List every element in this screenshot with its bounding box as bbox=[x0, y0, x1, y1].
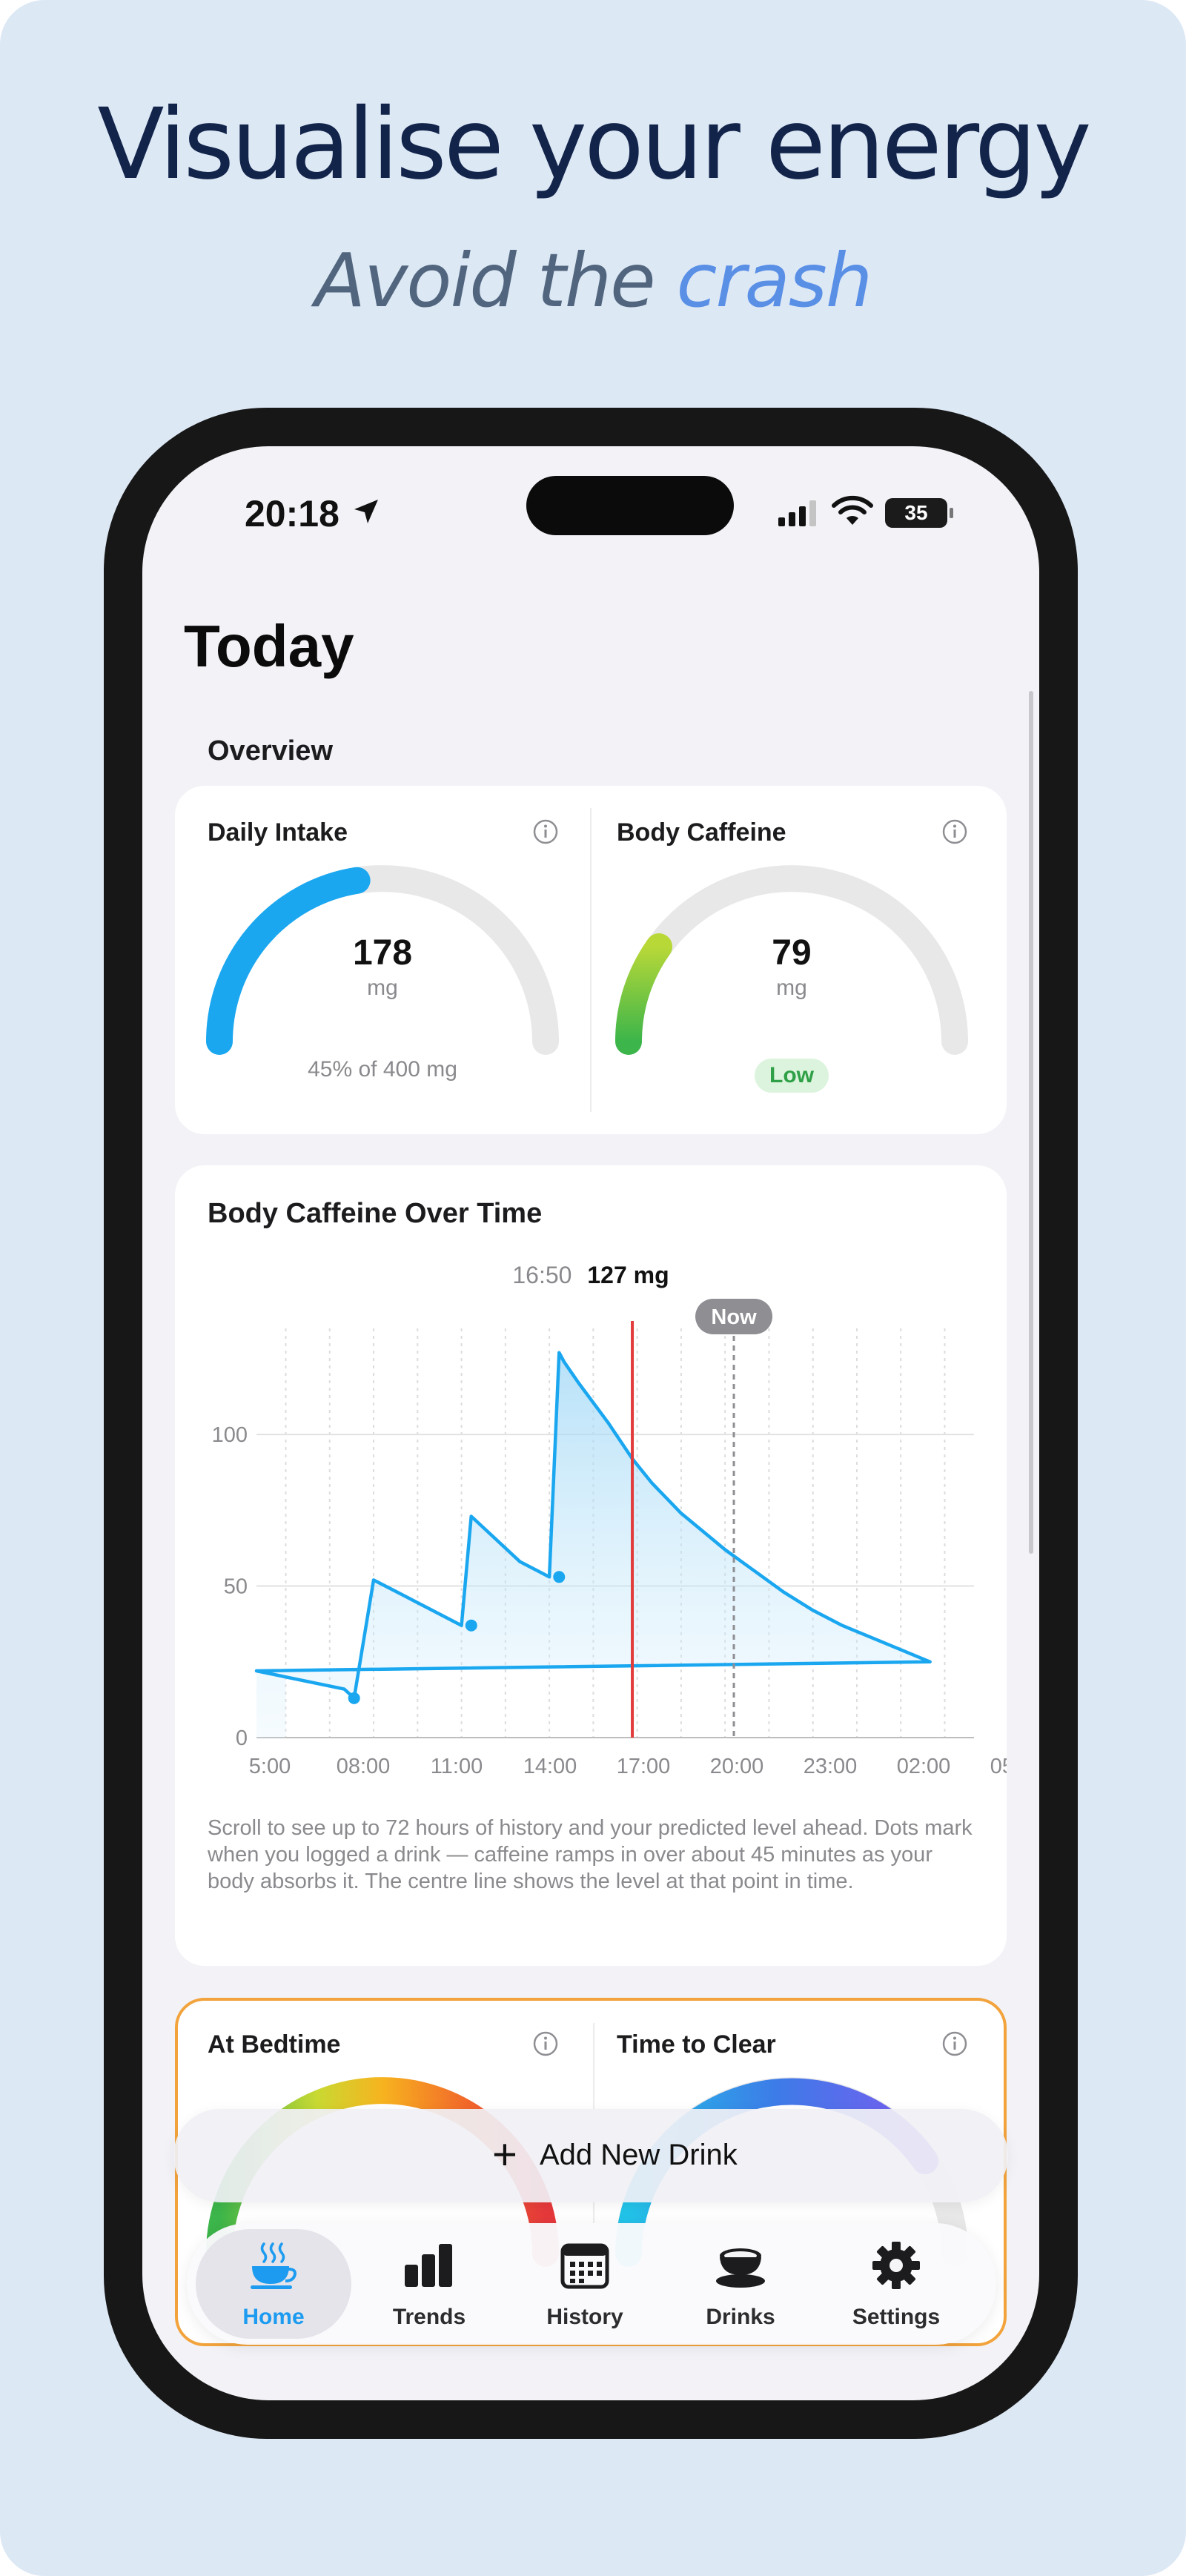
phone-screen: 20:18 35 Today Overview Daily Intake 178… bbox=[142, 446, 1039, 2400]
promo-subhead-accent: crash bbox=[676, 237, 872, 324]
battery-icon: 35 bbox=[885, 498, 953, 528]
section-label-overview: Overview bbox=[208, 735, 333, 766]
x-tick-label: 5:00 bbox=[249, 1755, 291, 1778]
tab-home[interactable]: Home bbox=[196, 2229, 351, 2339]
add-drink-label: Add New Drink bbox=[540, 2139, 738, 2171]
y-tick-label: 50 bbox=[224, 1575, 248, 1599]
tab-history[interactable]: History bbox=[507, 2223, 663, 2345]
time-to-clear-title: Time to Clear bbox=[617, 2030, 776, 2059]
x-tick-label: 11:00 bbox=[431, 1755, 483, 1778]
info-icon[interactable] bbox=[940, 2029, 970, 2059]
x-tick-label: 05:00 bbox=[990, 1755, 1007, 1778]
tab-drinks[interactable]: Drinks bbox=[663, 2223, 818, 2345]
x-tick-label: 20:00 bbox=[710, 1755, 764, 1778]
tab-label: Settings bbox=[852, 2305, 941, 2329]
plus-icon: + bbox=[492, 2130, 517, 2179]
x-tick-label: 14:00 bbox=[523, 1755, 577, 1778]
coffee-cup-steam-icon bbox=[251, 2242, 296, 2289]
body-caffeine-unit: mg bbox=[776, 976, 807, 1000]
caffeine-chart-card: Body Caffeine Over Time 16:50 127 mg 0 50… bbox=[175, 1165, 1007, 1966]
overview-card: Daily Intake 178 mg 45% of 400 mg Body C… bbox=[175, 786, 1007, 1134]
x-tick-label: 17:00 bbox=[617, 1755, 671, 1778]
tab-label: Trends bbox=[392, 2305, 466, 2329]
daily-intake-title: Daily Intake bbox=[208, 818, 348, 847]
body-caffeine-value: 79 bbox=[772, 933, 812, 973]
tab-label: History bbox=[546, 2305, 623, 2329]
tab-label: Home bbox=[242, 2305, 305, 2329]
daily-intake-unit: mg bbox=[367, 976, 398, 1000]
cellular-signal-icon bbox=[778, 500, 816, 526]
calendar-icon bbox=[560, 2243, 609, 2289]
chart-note: Scroll to see up to 72 hours of history … bbox=[208, 1816, 973, 1893]
readout-value: 127 mg bbox=[587, 1262, 669, 1288]
tab-trends[interactable]: Trends bbox=[351, 2223, 507, 2345]
drink-marker bbox=[553, 1571, 566, 1583]
readout-time: 16:50 bbox=[512, 1262, 572, 1288]
phone-device: 20:18 35 Today Overview Daily Intake 178… bbox=[104, 408, 1078, 2439]
cup-saucer-icon bbox=[716, 2248, 765, 2288]
page-title: Today bbox=[184, 613, 354, 679]
promo-subhead-prefix: Avoid the bbox=[314, 237, 656, 324]
info-icon[interactable] bbox=[940, 817, 970, 847]
drink-marker bbox=[348, 1692, 360, 1704]
chart-title: Body Caffeine Over Time bbox=[208, 1198, 543, 1229]
info-icon[interactable] bbox=[531, 2029, 560, 2059]
daily-intake-caption: 45% of 400 mg bbox=[308, 1057, 457, 1082]
promo-headline: Visualise your energy bbox=[97, 87, 1091, 202]
dynamic-island bbox=[526, 476, 734, 535]
status-badge: Low bbox=[755, 1059, 829, 1093]
chart-readout: 16:50 127 mg bbox=[175, 1262, 1007, 1289]
status-time: 20:18 bbox=[245, 493, 339, 534]
x-tick-label: 02:00 bbox=[897, 1755, 951, 1778]
daily-intake-value: 178 bbox=[352, 933, 413, 973]
card-divider bbox=[590, 808, 592, 1112]
scrollbar[interactable] bbox=[1029, 691, 1033, 1554]
x-tick-label: 23:00 bbox=[804, 1755, 858, 1778]
bar-chart-icon bbox=[405, 2244, 452, 2287]
tab-bar: Home Trends History Drinks Settings bbox=[187, 2223, 996, 2345]
drink-marker bbox=[465, 1619, 477, 1632]
promo-frame: Visualise your energy Avoid the crash 20… bbox=[0, 0, 1186, 2576]
info-icon[interactable] bbox=[531, 817, 560, 847]
y-tick-label: 100 bbox=[212, 1423, 248, 1447]
caffeine-chart[interactable]: 0 50 100 Now 5:00 08:00 11:00 14:00 17:00 20:00 23… bbox=[175, 1299, 1007, 1788]
now-label: Now bbox=[711, 1305, 757, 1329]
y-tick-label: 0 bbox=[236, 1726, 248, 1750]
promo-subhead: Avoid the crash bbox=[0, 237, 1186, 324]
location-arrow-icon bbox=[354, 500, 378, 523]
tab-settings[interactable]: Settings bbox=[818, 2223, 974, 2345]
gear-icon bbox=[872, 2242, 920, 2289]
bedtime-title: At Bedtime bbox=[208, 2030, 341, 2059]
tab-label: Drinks bbox=[706, 2305, 775, 2329]
add-drink-button[interactable]: + Add New Drink bbox=[173, 2109, 1008, 2202]
wifi-icon bbox=[832, 495, 873, 525]
x-tick-label: 08:00 bbox=[337, 1755, 391, 1778]
body-caffeine-title: Body Caffeine bbox=[617, 818, 786, 847]
